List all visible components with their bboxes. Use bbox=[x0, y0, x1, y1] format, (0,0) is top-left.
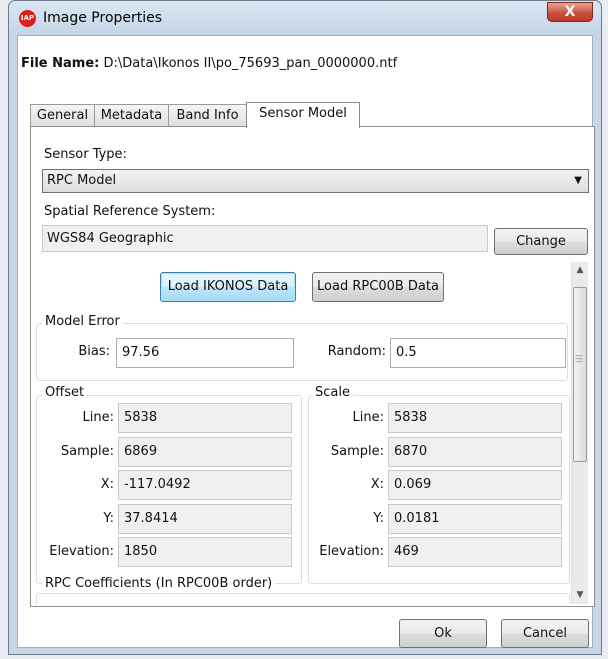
scale-sample-label: Sample: bbox=[330, 444, 384, 459]
sensor-type-select[interactable]: RPC Model ▼ bbox=[42, 169, 589, 193]
offset-y-field: 37.8414 bbox=[118, 504, 292, 534]
offset-x-field: -117.0492 bbox=[118, 470, 292, 500]
rpc-coefficients-group bbox=[36, 593, 570, 604]
random-label: Random: bbox=[327, 344, 386, 359]
scale-y-label: Y: bbox=[373, 511, 384, 526]
load-rpc00b-button[interactable]: Load RPC00B Data bbox=[312, 272, 444, 302]
close-button[interactable]: X bbox=[547, 2, 593, 22]
offset-line-field: 5838 bbox=[118, 403, 292, 433]
scale-sample-field: 6870 bbox=[388, 437, 562, 467]
scale-y-field: 0.0181 bbox=[388, 504, 562, 534]
app-logo-icon: IAP bbox=[19, 10, 36, 27]
sensor-scroll-area: Load IKONOS Data Load RPC00B Data Model … bbox=[34, 262, 590, 604]
random-input[interactable]: 0.5 bbox=[390, 338, 566, 368]
close-icon: X bbox=[564, 4, 576, 20]
title-bar[interactable]: IAP Image Properties X bbox=[9, 1, 601, 35]
srs-label: Spatial Reference System: bbox=[44, 204, 216, 219]
tab-general[interactable]: General bbox=[30, 104, 95, 126]
ok-button[interactable]: Ok bbox=[399, 619, 487, 648]
offset-elevation-field: 1850 bbox=[118, 537, 292, 567]
scale-x-field: 0.069 bbox=[388, 470, 562, 500]
scale-elevation-field: 469 bbox=[388, 537, 562, 567]
offset-line-label: Line: bbox=[82, 410, 114, 425]
bias-label: Bias: bbox=[78, 344, 110, 359]
offset-sample-label: Sample: bbox=[60, 444, 114, 459]
window-title: Image Properties bbox=[43, 10, 163, 26]
bias-input[interactable]: 97.56 bbox=[116, 338, 294, 368]
change-srs-button[interactable]: Change bbox=[494, 228, 588, 255]
sensor-type-label: Sensor Type: bbox=[44, 147, 127, 162]
scale-title: Scale bbox=[312, 385, 353, 400]
rpc-coefficients-title: RPC Coefficients (In RPC00B order) bbox=[42, 576, 276, 591]
tab-sensor-model[interactable]: Sensor Model bbox=[246, 102, 360, 128]
offset-elevation-label: Elevation: bbox=[49, 544, 114, 559]
sensor-type-value: RPC Model bbox=[47, 173, 117, 188]
offset-sample-field: 6869 bbox=[118, 437, 292, 467]
load-ikonos-button[interactable]: Load IKONOS Data bbox=[160, 272, 296, 302]
scale-line-field: 5838 bbox=[388, 403, 562, 433]
scale-elevation-label: Elevation: bbox=[319, 544, 384, 559]
model-error-title: Model Error bbox=[42, 314, 123, 329]
offset-y-label: Y: bbox=[103, 511, 114, 526]
scroll-down-icon[interactable]: ▼ bbox=[572, 587, 588, 604]
scrollbar-grip-icon: — — — bbox=[575, 351, 583, 366]
cancel-button[interactable]: Cancel bbox=[501, 619, 589, 648]
scrollbar-thumb[interactable] bbox=[573, 287, 587, 462]
offset-x-label: X: bbox=[100, 477, 114, 492]
file-name-row: File Name: D:\Data\Ikonos II\po_75693_pa… bbox=[21, 56, 397, 71]
vertical-scrollbar[interactable]: ▲ — — — ▼ bbox=[571, 262, 588, 604]
srs-field: WGS84 Geographic bbox=[42, 225, 488, 252]
file-name-label: File Name: bbox=[21, 56, 100, 71]
scale-line-label: Line: bbox=[352, 410, 384, 425]
file-name-value: D:\Data\Ikonos II\po_75693_pan_0000000.n… bbox=[103, 56, 398, 71]
scale-x-label: X: bbox=[370, 477, 384, 492]
chevron-down-icon: ▼ bbox=[574, 175, 582, 186]
scroll-up-icon[interactable]: ▲ bbox=[572, 262, 588, 279]
tab-metadata[interactable]: Metadata bbox=[94, 104, 169, 126]
tab-band-info[interactable]: Band Info bbox=[168, 104, 247, 126]
offset-title: Offset bbox=[42, 385, 88, 400]
